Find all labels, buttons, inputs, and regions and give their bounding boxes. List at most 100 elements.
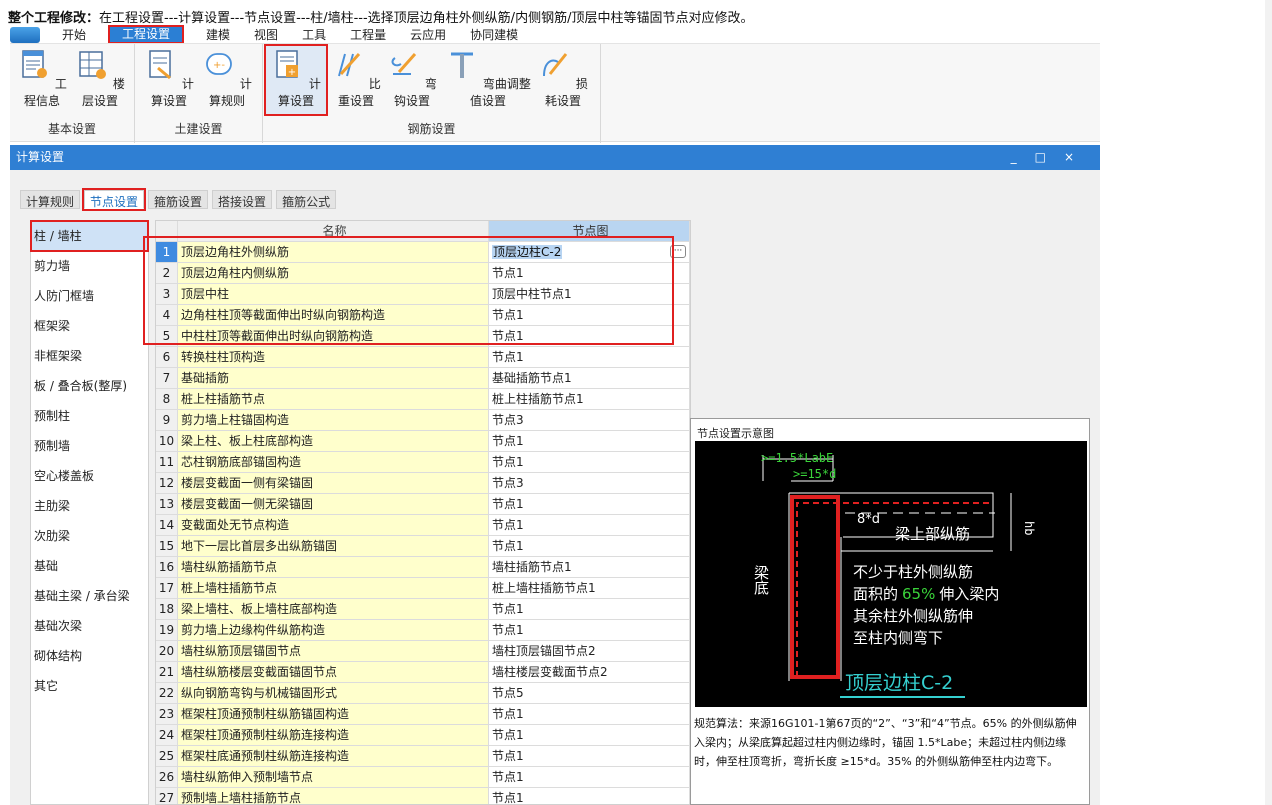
menu-quantities[interactable]: 工程量 xyxy=(350,26,386,43)
close-button[interactable]: × xyxy=(1064,150,1092,164)
civil-calc-settings-button[interactable]: 计算设置 xyxy=(141,48,197,109)
row-name-cell[interactable]: 墙柱纵筋顶层锚固节点 xyxy=(178,641,489,661)
row-node-cell[interactable]: 墙柱顶层锚固节点2 xyxy=(489,641,690,661)
row-node-cell[interactable]: 节点1 xyxy=(489,263,690,283)
maximize-button[interactable]: □ xyxy=(1035,150,1064,164)
row-name-cell[interactable]: 转换柱柱顶构造 xyxy=(178,347,489,367)
row-node-cell[interactable]: 节点1 xyxy=(489,620,690,640)
row-name-cell[interactable]: 剪力墙上边缘构件纵筋构造 xyxy=(178,620,489,640)
table-row[interactable]: 26 墙柱纵筋伸入预制墙节点 节点1 xyxy=(156,767,690,788)
table-row[interactable]: 5 中柱柱顶等截面伸出时纵向钢筋构造 节点1 xyxy=(156,326,690,347)
table-row[interactable]: 4 边角柱柱顶等截面伸出时纵向钢筋构造 节点1 xyxy=(156,305,690,326)
row-node-cell[interactable]: 节点1 xyxy=(489,536,690,556)
row-node-cell[interactable]: 节点1 xyxy=(489,767,690,787)
row-name-cell[interactable]: 剪力墙上柱锚固构造 xyxy=(178,410,489,430)
list-item[interactable]: 框架梁 xyxy=(31,311,148,341)
row-node-cell[interactable]: 桩上柱插筋节点1 xyxy=(489,389,690,409)
list-item[interactable]: 主肋梁 xyxy=(31,491,148,521)
table-row[interactable]: 18 梁上墙柱、板上墙柱底部构造 节点1 xyxy=(156,599,690,620)
table-row[interactable]: 2 顶层边角柱内侧纵筋 节点1 xyxy=(156,263,690,284)
ellipsis-button-icon[interactable]: ··· xyxy=(670,245,686,258)
list-item[interactable]: 剪力墙 xyxy=(31,251,148,281)
row-node-cell[interactable]: 节点1 xyxy=(489,746,690,766)
menu-tools[interactable]: 工具 xyxy=(302,26,326,43)
menu-cloud-apps[interactable]: 云应用 xyxy=(410,26,446,43)
menu-start[interactable]: 开始 xyxy=(62,26,86,43)
row-node-cell[interactable]: 节点1 xyxy=(489,431,690,451)
row-node-cell[interactable]: 节点3 xyxy=(489,473,690,493)
row-name-cell[interactable]: 框架柱底通预制柱纵筋连接构造 xyxy=(178,746,489,766)
row-node-cell[interactable]: 基础插筋节点1 xyxy=(489,368,690,388)
row-node-cell[interactable]: 节点1 xyxy=(489,599,690,619)
menu-modeling[interactable]: 建模 xyxy=(206,26,230,43)
row-name-cell[interactable]: 顶层中柱 xyxy=(178,284,489,304)
row-node-cell[interactable]: 节点1 xyxy=(489,704,690,724)
row-name-cell[interactable]: 地下一层比首层多出纵筋锚固 xyxy=(178,536,489,556)
table-row[interactable]: 19 剪力墙上边缘构件纵筋构造 节点1 xyxy=(156,620,690,641)
table-row[interactable]: 24 框架柱顶通预制柱纵筋连接构造 节点1 xyxy=(156,725,690,746)
list-item[interactable]: 次肋梁 xyxy=(31,521,148,551)
row-node-cell[interactable]: 节点1 xyxy=(489,326,690,346)
list-item[interactable]: 人防门框墙 xyxy=(31,281,148,311)
table-row[interactable]: 3 顶层中柱 顶层中柱节点1 xyxy=(156,284,690,305)
tab-stirrup-formula[interactable]: 箍筋公式 xyxy=(276,190,337,209)
row-name-cell[interactable]: 墙柱纵筋插筋节点 xyxy=(178,557,489,577)
table-row[interactable]: 22 纵向钢筋弯钩与机械锚固形式 节点5 xyxy=(156,683,690,704)
row-name-cell[interactable]: 变截面处无节点构造 xyxy=(178,515,489,535)
row-node-cell[interactable]: 节点1 xyxy=(489,347,690,367)
table-row[interactable]: 12 楼层变截面一侧有梁锚固 节点3 xyxy=(156,473,690,494)
loss-settings-button[interactable]: 损耗设置 xyxy=(535,48,591,109)
row-name-cell[interactable]: 中柱柱顶等截面伸出时纵向钢筋构造 xyxy=(178,326,489,346)
tab-calc-rules[interactable]: 计算规则 xyxy=(20,190,81,209)
row-name-cell[interactable]: 梁上柱、板上柱底部构造 xyxy=(178,431,489,451)
list-item[interactable]: 基础 xyxy=(31,551,148,581)
table-row[interactable]: 9 剪力墙上柱锚固构造 节点3 xyxy=(156,410,690,431)
table-row[interactable]: 8 桩上柱插筋节点 桩上柱插筋节点1 xyxy=(156,389,690,410)
row-node-cell[interactable]: 节点3 xyxy=(489,410,690,430)
row-node-cell[interactable]: 节点1 xyxy=(489,494,690,514)
table-row[interactable]: 14 变截面处无节点构造 节点1 xyxy=(156,515,690,536)
row-name-cell[interactable]: 框架柱顶通预制柱纵筋锚固构造 xyxy=(178,704,489,724)
row-name-cell[interactable]: 梁上墙柱、板上墙柱底部构造 xyxy=(178,599,489,619)
project-info-button[interactable]: 工程信息 xyxy=(14,48,70,109)
table-row[interactable]: 10 梁上柱、板上柱底部构造 节点1 xyxy=(156,431,690,452)
table-row[interactable]: 13 楼层变截面一侧无梁锚固 节点1 xyxy=(156,494,690,515)
list-item[interactable]: 空心楼盖板 xyxy=(31,461,148,491)
table-row[interactable]: 23 框架柱顶通预制柱纵筋锚固构造 节点1 xyxy=(156,704,690,725)
table-row[interactable]: 21 墙柱纵筋楼层变截面锚固节点 墙柱楼层变截面节点2 xyxy=(156,662,690,683)
row-node-cell[interactable]: 墙柱楼层变截面节点2 xyxy=(489,662,690,682)
hook-settings-button[interactable]: 弯钩设置 xyxy=(385,48,439,109)
row-node-cell[interactable]: 节点1 xyxy=(489,725,690,745)
table-row[interactable]: 7 基础插筋 基础插筋节点1 xyxy=(156,368,690,389)
tab-lap-settings[interactable]: 搭接设置 xyxy=(212,190,273,209)
header-name[interactable]: 名称 xyxy=(178,221,489,241)
menu-collab-modeling[interactable]: 协同建模 xyxy=(470,26,518,43)
table-row[interactable]: 11 芯柱钢筋底部锚固构造 节点1 xyxy=(156,452,690,473)
list-item[interactable]: 预制柱 xyxy=(31,401,148,431)
table-row[interactable]: 6 转换柱柱顶构造 节点1 xyxy=(156,347,690,368)
row-node-cell[interactable]: 顶层边柱C-2 ··· xyxy=(489,242,690,262)
row-name-cell[interactable]: 框架柱顶通预制柱纵筋连接构造 xyxy=(178,725,489,745)
row-name-cell[interactable]: 墙柱纵筋楼层变截面锚固节点 xyxy=(178,662,489,682)
floor-settings-button[interactable]: 楼层设置 xyxy=(72,48,128,109)
row-node-cell[interactable]: 节点5 xyxy=(489,683,690,703)
selected-node-value[interactable]: 顶层边柱C-2 xyxy=(492,245,563,259)
row-name-cell[interactable]: 芯柱钢筋底部锚固构造 xyxy=(178,452,489,472)
list-item-column[interactable]: 柱 / 墙柱 xyxy=(30,220,149,252)
table-row[interactable]: 17 桩上墙柱插筋节点 桩上墙柱插筋节点1 xyxy=(156,578,690,599)
row-node-cell[interactable]: 节点1 xyxy=(489,515,690,535)
row-name-cell[interactable]: 桩上柱插筋节点 xyxy=(178,389,489,409)
row-name-cell[interactable]: 基础插筋 xyxy=(178,368,489,388)
row-name-cell[interactable]: 桩上墙柱插筋节点 xyxy=(178,578,489,598)
row-node-cell[interactable]: 节点1 xyxy=(489,788,690,804)
menu-view[interactable]: 视图 xyxy=(254,26,278,43)
row-node-cell[interactable]: 节点1 xyxy=(489,452,690,472)
minimize-button[interactable]: _ xyxy=(1011,150,1035,164)
row-name-cell[interactable]: 楼层变截面一侧无梁锚固 xyxy=(178,494,489,514)
table-row[interactable]: 27 预制墙上墙柱插筋节点 节点1 xyxy=(156,788,690,804)
list-item[interactable]: 预制墙 xyxy=(31,431,148,461)
row-name-cell[interactable]: 边角柱柱顶等截面伸出时纵向钢筋构造 xyxy=(178,305,489,325)
row-node-cell[interactable]: 顶层中柱节点1 xyxy=(489,284,690,304)
rebar-calc-settings-button[interactable]: + 计算设置 xyxy=(264,44,328,116)
civil-calc-rules-button[interactable]: +- 计算规则 xyxy=(199,48,255,109)
